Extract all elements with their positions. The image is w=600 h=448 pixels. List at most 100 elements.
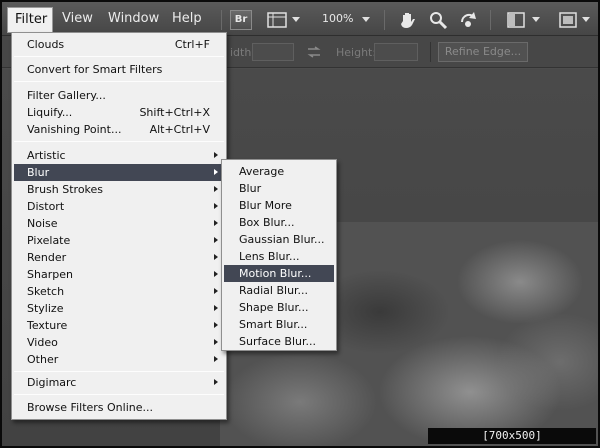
chevron-right-icon (214, 203, 218, 209)
watermark: [700x500] https://upic.me/ (428, 428, 596, 446)
shortcut: Ctrl+F (174, 38, 210, 51)
menu-item-label: Pixelate (27, 234, 71, 247)
chevron-right-icon (214, 288, 218, 294)
menubar-divider (490, 10, 491, 30)
chevron-down-icon[interactable] (292, 17, 300, 22)
submenu-noise[interactable]: Noise (14, 215, 224, 232)
submenu-stylize[interactable]: Stylize (14, 300, 224, 317)
submenu-sharpen[interactable]: Sharpen (14, 266, 224, 283)
menu-separator (14, 394, 224, 395)
menu-item-clouds[interactable]: Clouds Ctrl+F (14, 36, 224, 53)
menu-item-label: Artistic (27, 149, 66, 162)
blur-item-blur[interactable]: Blur (224, 180, 334, 197)
menu-item-browse-filters-online[interactable]: Browse Filters Online... (14, 399, 224, 416)
height-label: Height: (336, 46, 377, 59)
blur-item-blur-more[interactable]: Blur More (224, 197, 334, 214)
chevron-right-icon (214, 305, 218, 311)
submenu-render[interactable]: Render (14, 249, 224, 266)
menu-item-label: Clouds (27, 38, 65, 51)
menu-item-label: Texture (27, 319, 68, 332)
submenu-sketch[interactable]: Sketch (14, 283, 224, 300)
blur-item-smart-blur[interactable]: Smart Blur... (224, 316, 334, 333)
menu-item-label: Browse Filters Online... (27, 401, 153, 414)
bridge-button[interactable]: Br (230, 10, 252, 30)
blur-item-box-blur[interactable]: Box Blur... (224, 214, 334, 231)
menu-filter[interactable]: Filter (7, 7, 53, 33)
chevron-right-icon (214, 220, 218, 226)
menu-item-label: Video (27, 336, 58, 349)
menu-item-label: Liquify... (27, 106, 73, 119)
menu-item-label: Brush Strokes (27, 183, 104, 196)
submenu-distort[interactable]: Distort (14, 198, 224, 215)
submenu-brush-strokes[interactable]: Brush Strokes (14, 181, 224, 198)
menu-item-label: Digimarc (27, 376, 77, 389)
refine-edge-button[interactable]: Refine Edge... (438, 42, 528, 62)
submenu-pixelate[interactable]: Pixelate (14, 232, 224, 249)
height-field[interactable] (374, 43, 418, 61)
submenu-digimarc[interactable]: Digimarc (14, 374, 224, 391)
menu-item-liquify[interactable]: Liquify... Shift+Ctrl+X (14, 104, 224, 121)
guides-icon[interactable] (267, 10, 287, 30)
blur-item-average[interactable]: Average (224, 163, 334, 180)
width-field[interactable] (252, 43, 294, 61)
filter-menu: Clouds Ctrl+F Convert for Smart Filters … (11, 32, 227, 420)
hand-tool-icon[interactable] (398, 10, 418, 30)
menu-item-vanishing-point[interactable]: Vanishing Point... Alt+Ctrl+V (14, 121, 224, 138)
menu-item-label: Blur (27, 166, 50, 179)
chevron-right-icon (214, 379, 218, 385)
submenu-artistic[interactable]: Artistic (14, 147, 224, 164)
blur-item-radial-blur[interactable]: Radial Blur... (224, 282, 334, 299)
menu-separator (14, 141, 224, 142)
menubar-divider (384, 10, 385, 30)
menu-item-label: Sketch (27, 285, 65, 298)
menu-item-label: Render (27, 251, 67, 264)
shortcut: Alt+Ctrl+V (149, 123, 210, 136)
blur-submenu: Average Blur Blur More Box Blur... Gauss… (221, 159, 337, 351)
arrange-documents-icon[interactable] (506, 10, 526, 30)
screen-mode-icon[interactable] (558, 10, 578, 30)
swap-icon[interactable] (307, 46, 321, 61)
rotate-view-icon[interactable] (458, 10, 478, 30)
blur-item-motion-blur[interactable]: Motion Blur... (224, 265, 334, 282)
chevron-right-icon (214, 152, 218, 158)
menubar-divider (221, 10, 222, 30)
chevron-right-icon (214, 339, 218, 345)
menu-separator (14, 371, 224, 372)
menu-item-convert-smart-filters[interactable]: Convert for Smart Filters (14, 61, 224, 78)
menu-item-filter-gallery[interactable]: Filter Gallery... (14, 87, 224, 104)
menu-item-label: Convert for Smart Filters (27, 63, 163, 76)
chevron-right-icon (214, 322, 218, 328)
chevron-right-icon (214, 254, 218, 260)
chevron-right-icon (214, 237, 218, 243)
chevron-down-icon[interactable] (532, 17, 540, 22)
zoom-tool-icon[interactable] (428, 10, 448, 30)
menu-item-label: Distort (27, 200, 65, 213)
shortcut: Shift+Ctrl+X (139, 106, 210, 119)
blur-item-surface-blur[interactable]: Surface Blur... (224, 333, 334, 350)
chevron-right-icon (214, 271, 218, 277)
chevron-right-icon (214, 186, 218, 192)
menu-separator (14, 81, 224, 82)
menu-separator (14, 56, 224, 57)
app-window: Filter View Window Help Br 100% idth: He… (0, 0, 600, 448)
zoom-level[interactable]: 100% (322, 12, 353, 25)
submenu-texture[interactable]: Texture (14, 317, 224, 334)
blur-item-gaussian-blur[interactable]: Gaussian Blur... (224, 231, 334, 248)
submenu-blur[interactable]: Blur (14, 164, 224, 181)
menu-bar: Filter View Window Help Br 100% (2, 2, 598, 36)
blur-item-lens-blur[interactable]: Lens Blur... (224, 248, 334, 265)
menu-help[interactable]: Help (172, 11, 202, 26)
menu-view[interactable]: View (62, 11, 93, 26)
submenu-other[interactable]: Other (14, 351, 224, 368)
menu-window[interactable]: Window (108, 11, 159, 26)
menu-item-label: Stylize (27, 302, 64, 315)
chevron-down-icon[interactable] (362, 17, 370, 22)
options-divider (430, 42, 431, 62)
menu-item-label: Filter Gallery... (27, 89, 106, 102)
chevron-down-icon[interactable] (582, 17, 590, 22)
menu-item-label: Vanishing Point... (27, 123, 122, 136)
blur-item-shape-blur[interactable]: Shape Blur... (224, 299, 334, 316)
chevron-right-icon (214, 356, 218, 362)
menu-item-label: Other (27, 353, 59, 366)
submenu-video[interactable]: Video (14, 334, 224, 351)
